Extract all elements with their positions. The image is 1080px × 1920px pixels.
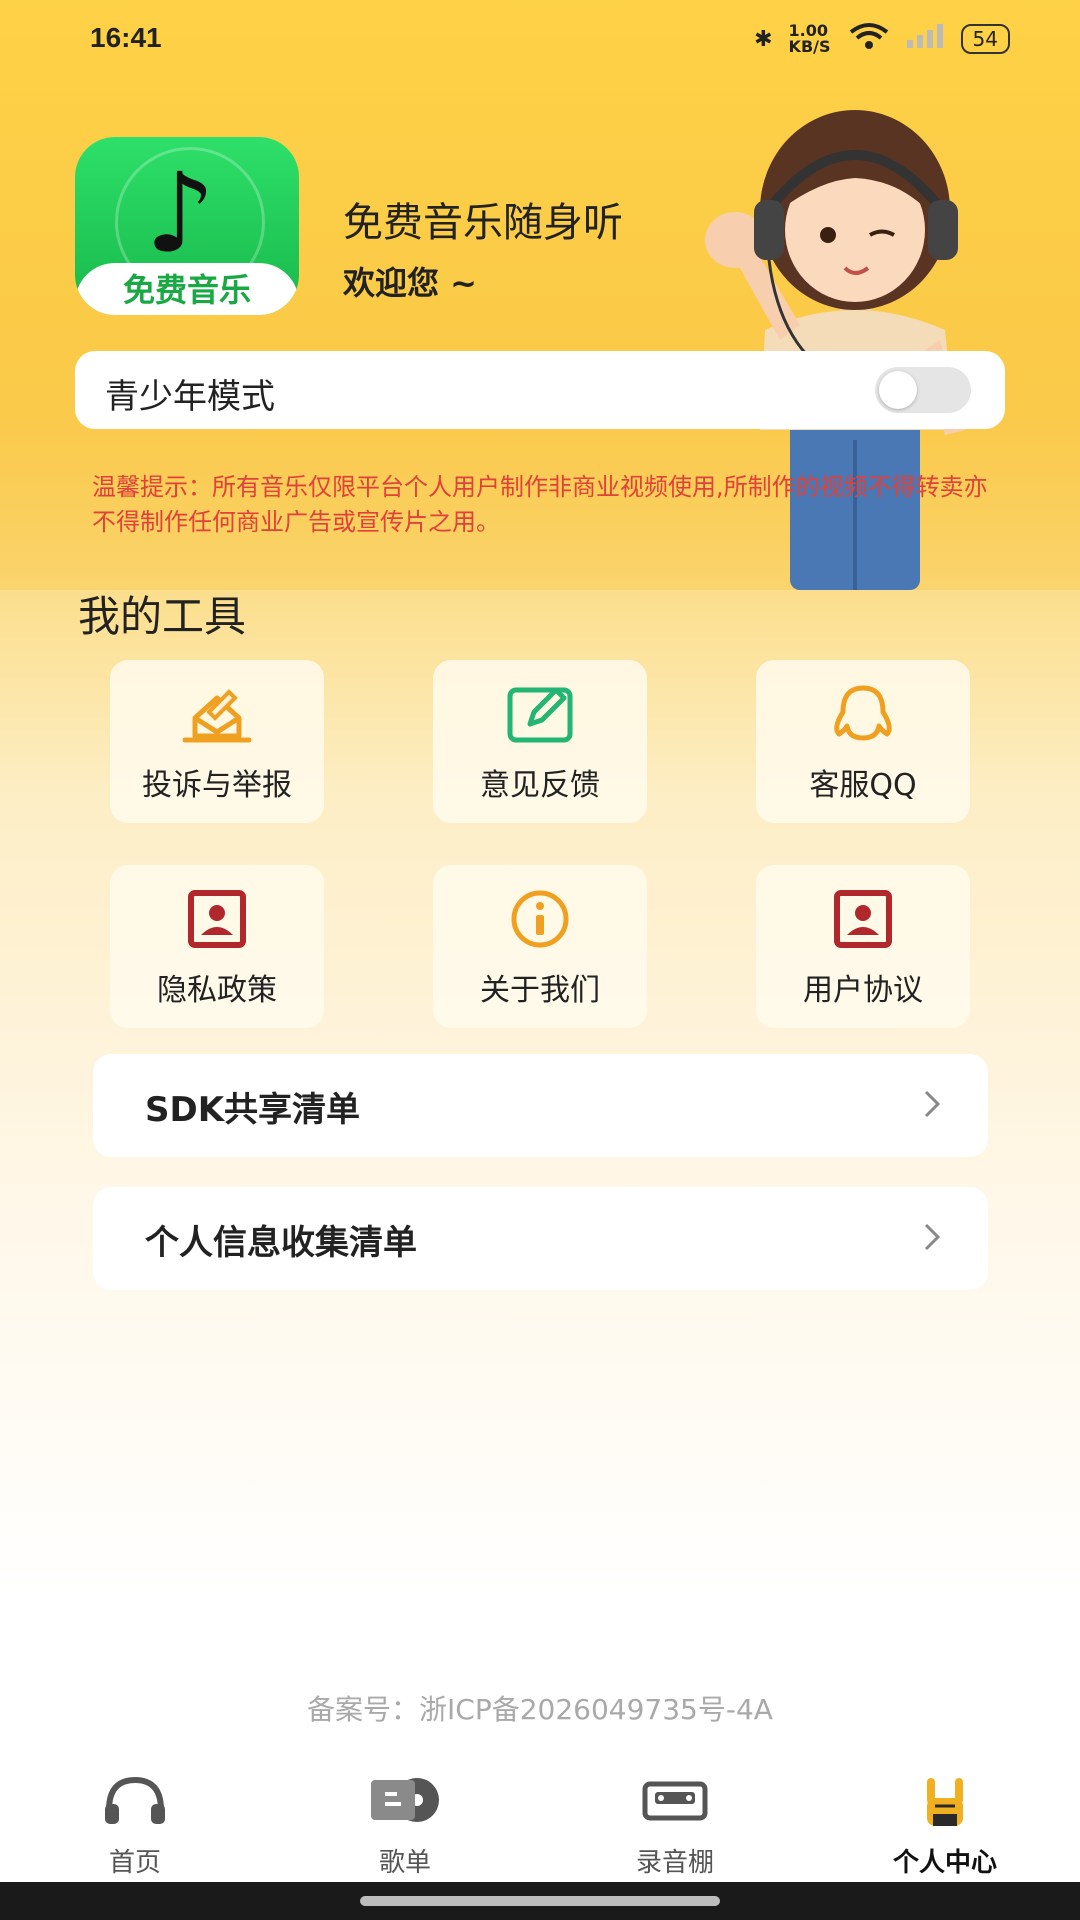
cassette-icon — [575, 1774, 775, 1830]
chevron-right-icon — [924, 1223, 941, 1251]
qq-icon — [756, 684, 970, 748]
list-item-label: SDK共享清单 — [145, 1090, 361, 1130]
tool-agreement[interactable]: 用户协议 — [756, 865, 970, 1028]
bluetooth-icon: ✱ — [754, 26, 773, 52]
notice-text: 温馨提示：所有音乐仅限平台个人用户制作非商业视频使用,所制作的视频不得转卖亦不得… — [92, 473, 988, 536]
toggle-knob — [879, 371, 917, 409]
music-note-icon: ♪ — [145, 149, 216, 277]
tab-label: 首页 — [108, 1848, 161, 1878]
tool-complaint[interactable]: 投诉与举报 — [110, 660, 324, 823]
net-speed: 1.00 KB/S — [788, 21, 831, 56]
wifi-icon — [849, 22, 889, 56]
app-logo: ♪ 免费音乐 — [75, 137, 299, 315]
rock-hand-icon — [845, 1774, 1045, 1830]
info-icon — [433, 889, 647, 953]
tab-studio[interactable]: 录音棚 — [575, 1762, 775, 1882]
tool-feedback[interactable]: 意见反馈 — [433, 660, 647, 823]
tab-playlist[interactable]: 歌单 — [305, 1762, 505, 1882]
logo-text: 免费音乐 — [75, 263, 299, 315]
agreement-icon — [756, 889, 970, 953]
tool-label: 投诉与举报 — [142, 768, 292, 803]
chevron-right-icon — [924, 1090, 941, 1118]
vinyl-icon — [305, 1774, 505, 1830]
status-time: 16:41 — [90, 22, 162, 53]
tool-label: 关于我们 — [480, 973, 600, 1008]
tool-privacy[interactable]: 隐私政策 — [110, 865, 324, 1028]
teen-mode-toggle[interactable] — [875, 367, 971, 413]
tab-label: 歌单 — [378, 1848, 431, 1878]
teen-mode-row: 青少年模式 — [75, 351, 1005, 429]
home-indicator[interactable] — [360, 1896, 720, 1906]
signal-icon — [905, 22, 945, 56]
tool-label: 隐私政策 — [157, 973, 277, 1008]
tool-qq[interactable]: 客服QQ — [756, 660, 970, 823]
status-icons: ✱ 1.00 KB/S 54 — [754, 22, 1010, 56]
tool-label: 意见反馈 — [480, 768, 600, 803]
personal-info-list-row[interactable]: 个人信息收集清单 — [93, 1187, 988, 1290]
complaint-icon — [110, 684, 324, 748]
welcome-text: 欢迎您 ~ — [343, 264, 477, 302]
status-bar: 16:41 ✱ 1.00 KB/S 54 — [0, 18, 1080, 58]
icp-record: 备案号：浙ICP备2026049735号-4A — [307, 1693, 773, 1726]
headphones-icon — [35, 1774, 235, 1830]
teen-mode-label: 青少年模式 — [105, 377, 275, 417]
tool-label: 用户协议 — [803, 973, 923, 1008]
tool-label: 客服QQ — [809, 768, 917, 803]
tools-section-title: 我的工具 — [78, 592, 247, 641]
edit-feedback-icon — [433, 684, 647, 748]
tab-home[interactable]: 首页 — [35, 1762, 235, 1882]
bottom-tab-bar: 首页 歌单 录音棚 个人中心 — [0, 1762, 1080, 1882]
privacy-icon — [110, 889, 324, 953]
tab-label: 个人中心 — [892, 1848, 997, 1878]
list-item-label: 个人信息收集清单 — [145, 1223, 417, 1263]
tool-about[interactable]: 关于我们 — [433, 865, 647, 1028]
tab-label: 录音棚 — [635, 1848, 714, 1878]
app-title: 免费音乐随身听 — [343, 200, 623, 246]
battery-indicator: 54 — [960, 24, 1010, 54]
tab-profile[interactable]: 个人中心 — [845, 1762, 1045, 1882]
sdk-share-list-row[interactable]: SDK共享清单 — [93, 1054, 988, 1157]
